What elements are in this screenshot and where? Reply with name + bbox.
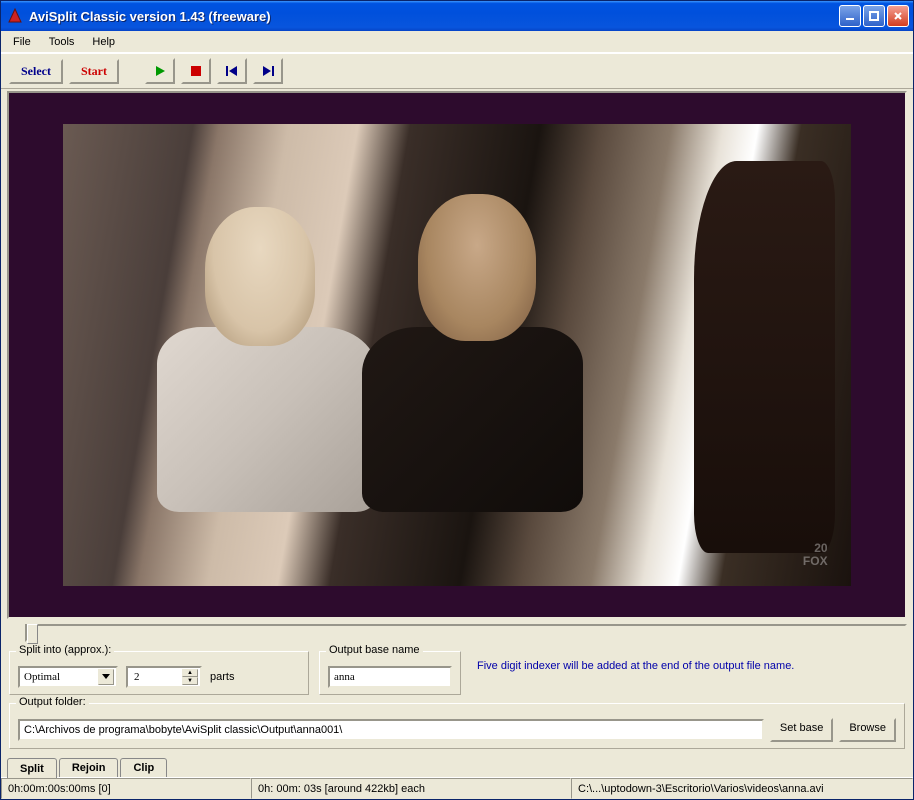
statusbar: 0h:00m:00s:00ms [0] 0h: 00m: 03s [around… [1, 777, 913, 799]
watermark-icon: 20FOX [803, 542, 828, 567]
output-folder-groupbox: Output folder: C:\Archivos de programa\b… [9, 703, 905, 749]
tab-rejoin[interactable]: Rejoin [59, 758, 119, 777]
output-name-groupbox: Output base name anna [319, 651, 461, 695]
status-time: 0h:00m:00s:00ms [0] [1, 778, 251, 799]
next-button[interactable] [253, 58, 283, 84]
select-button[interactable]: Select [9, 59, 63, 84]
menu-file[interactable]: File [5, 34, 39, 50]
tab-clip[interactable]: Clip [120, 758, 167, 777]
output-folder-row: Output folder: C:\Archivos de programa\b… [1, 701, 913, 755]
browse-button[interactable]: Browse [839, 718, 896, 742]
prev-button[interactable] [217, 58, 247, 84]
seek-slider-row [1, 621, 913, 645]
close-button[interactable] [887, 5, 909, 27]
output-name-value: anna [334, 671, 355, 683]
split-mode-combo[interactable]: Optimal [18, 666, 118, 688]
tabs: Split Rejoin Clip [1, 755, 913, 777]
chevron-down-icon[interactable] [98, 669, 114, 685]
app-icon [7, 8, 23, 24]
output-name-legend: Output base name [326, 644, 423, 656]
output-name-input[interactable]: anna [328, 666, 452, 688]
app-window: AviSplit Classic version 1.43 (freeware)… [0, 0, 914, 800]
set-base-button[interactable]: Set base [770, 718, 833, 742]
play-button[interactable] [145, 58, 175, 84]
output-folder-input[interactable]: C:\Archivos de programa\bobyte\AviSplit … [18, 719, 764, 741]
window-title: AviSplit Classic version 1.43 (freeware) [29, 9, 839, 24]
split-groupbox: Split into (approx.): Optimal 2 ▲ ▼ part… [9, 651, 309, 695]
start-button[interactable]: Start [69, 59, 119, 84]
settings-row: Split into (approx.): Optimal 2 ▲ ▼ part… [1, 645, 913, 701]
seek-thumb[interactable] [27, 624, 38, 644]
video-frame: 20FOX [63, 124, 851, 585]
split-mode-value: Optimal [24, 671, 60, 683]
indexer-hint: Five digit indexer will be added at the … [469, 649, 907, 697]
status-each: 0h: 00m: 03s [around 422kb] each [251, 778, 571, 799]
status-path: C:\...\uptodown-3\Escritorio\Varios\vide… [571, 778, 913, 799]
video-preview: 20FOX [7, 91, 907, 619]
menubar: File Tools Help [1, 31, 913, 53]
output-folder-value: C:\Archivos de programa\bobyte\AviSplit … [24, 724, 342, 736]
titlebar[interactable]: AviSplit Classic version 1.43 (freeware) [1, 1, 913, 31]
parts-spinner[interactable]: 2 ▲ ▼ [126, 666, 202, 688]
minimize-button[interactable] [839, 5, 861, 27]
split-legend: Split into (approx.): [16, 644, 114, 656]
menu-tools[interactable]: Tools [41, 34, 83, 50]
tab-split[interactable]: Split [7, 758, 57, 778]
output-folder-legend: Output folder: [16, 696, 89, 708]
spinner-down-icon[interactable]: ▼ [182, 677, 198, 685]
maximize-button[interactable] [863, 5, 885, 27]
parts-value: 2 [134, 671, 140, 683]
spinner-up-icon[interactable]: ▲ [182, 669, 198, 677]
stop-button[interactable] [181, 58, 211, 84]
parts-label: parts [210, 671, 234, 683]
menu-help[interactable]: Help [84, 34, 123, 50]
toolbar: Select Start [1, 53, 913, 89]
seek-slider[interactable] [25, 624, 907, 642]
